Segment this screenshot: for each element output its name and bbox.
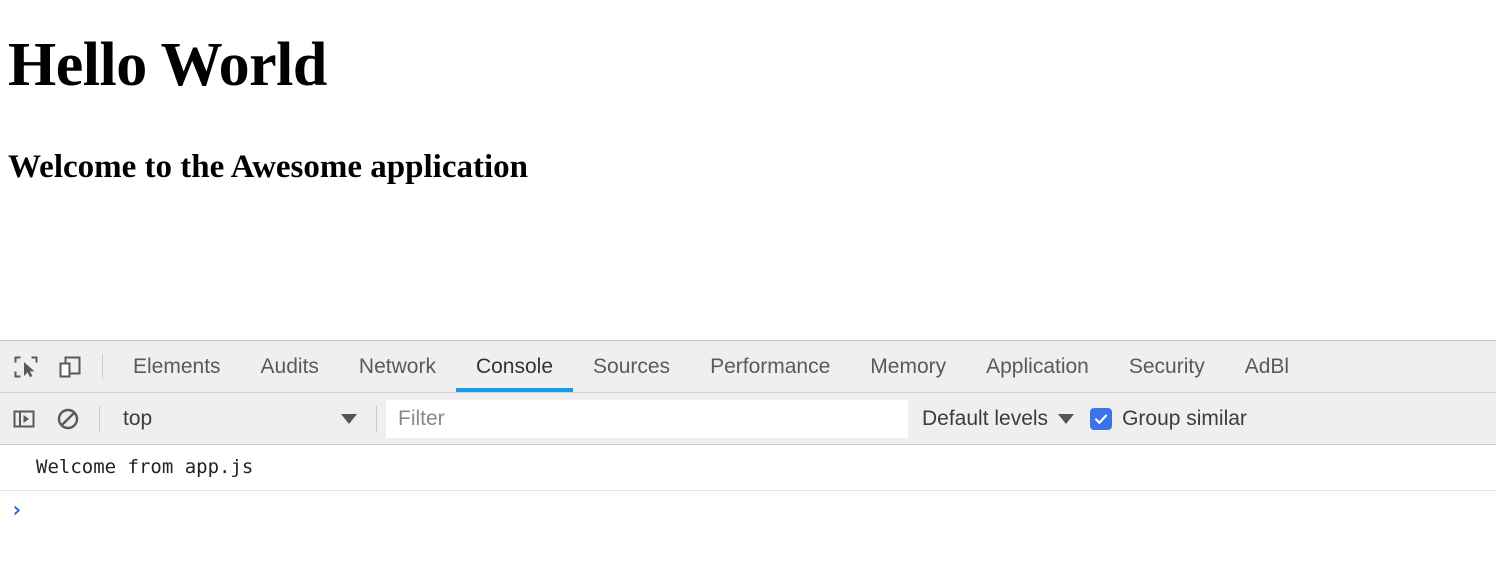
tab-label: Console: [475, 354, 554, 378]
tab-label: Application: [986, 354, 1089, 378]
show-console-sidebar-icon[interactable]: [2, 406, 46, 432]
chevron-down-icon: [341, 413, 357, 424]
page-viewport: Hello World Welcome to the Awesome appli…: [0, 0, 1496, 340]
tab-adblock[interactable]: AdBl: [1225, 341, 1309, 392]
toolbar-divider: [102, 354, 103, 379]
tab-sources[interactable]: Sources: [573, 341, 690, 392]
tab-network[interactable]: Network: [339, 341, 456, 392]
filter-input[interactable]: [386, 399, 908, 438]
console-output: Welcome from app.js ›: [0, 445, 1496, 586]
tab-label: Network: [358, 354, 436, 378]
console-prompt[interactable]: ›: [0, 491, 1496, 531]
tab-label: Performance: [710, 354, 831, 378]
tab-label: Audits: [260, 354, 319, 378]
tab-label: Security: [1128, 354, 1205, 378]
log-levels-value: Default levels: [922, 406, 1049, 430]
inspect-element-icon[interactable]: [4, 341, 48, 392]
tab-label: Elements: [133, 354, 221, 378]
chevron-down-icon: [1058, 413, 1075, 424]
page-subtitle: Welcome to the Awesome application: [8, 149, 528, 185]
tab-label: Memory: [870, 354, 947, 378]
prompt-arrow-icon: ›: [10, 497, 24, 523]
log-levels-dropdown[interactable]: Default levels: [922, 406, 1075, 431]
console-prompt-input[interactable]: [23, 500, 1496, 524]
group-similar-checkbox[interactable]: [1090, 407, 1113, 430]
toolbar-divider: [376, 405, 377, 432]
execution-context-value: top: [123, 406, 153, 430]
console-toolbar: top Default levels Group similar: [0, 393, 1496, 445]
tab-label: AdBl: [1244, 354, 1290, 378]
tab-performance[interactable]: Performance: [690, 341, 850, 392]
toolbar-divider: [99, 405, 100, 432]
console-message[interactable]: Welcome from app.js: [0, 445, 1496, 491]
tab-audits[interactable]: Audits: [241, 341, 339, 392]
group-similar-toggle[interactable]: Group similar: [1090, 407, 1247, 431]
clear-console-icon[interactable]: [46, 406, 90, 432]
tab-label: Sources: [593, 354, 671, 378]
devtools-panel: Elements Audits Network Console Sources …: [0, 340, 1496, 586]
devtools-tab-bar: Elements Audits Network Console Sources …: [0, 341, 1496, 393]
tab-console[interactable]: Console: [455, 341, 574, 392]
group-similar-label: Group similar: [1122, 406, 1247, 430]
page-title: Hello World: [8, 31, 327, 99]
device-toolbar-icon[interactable]: [48, 341, 92, 392]
tab-memory[interactable]: Memory: [850, 341, 966, 392]
execution-context-dropdown[interactable]: top: [109, 400, 367, 438]
tab-security[interactable]: Security: [1109, 341, 1225, 392]
tab-elements[interactable]: Elements: [113, 341, 241, 392]
tab-application[interactable]: Application: [966, 341, 1109, 392]
